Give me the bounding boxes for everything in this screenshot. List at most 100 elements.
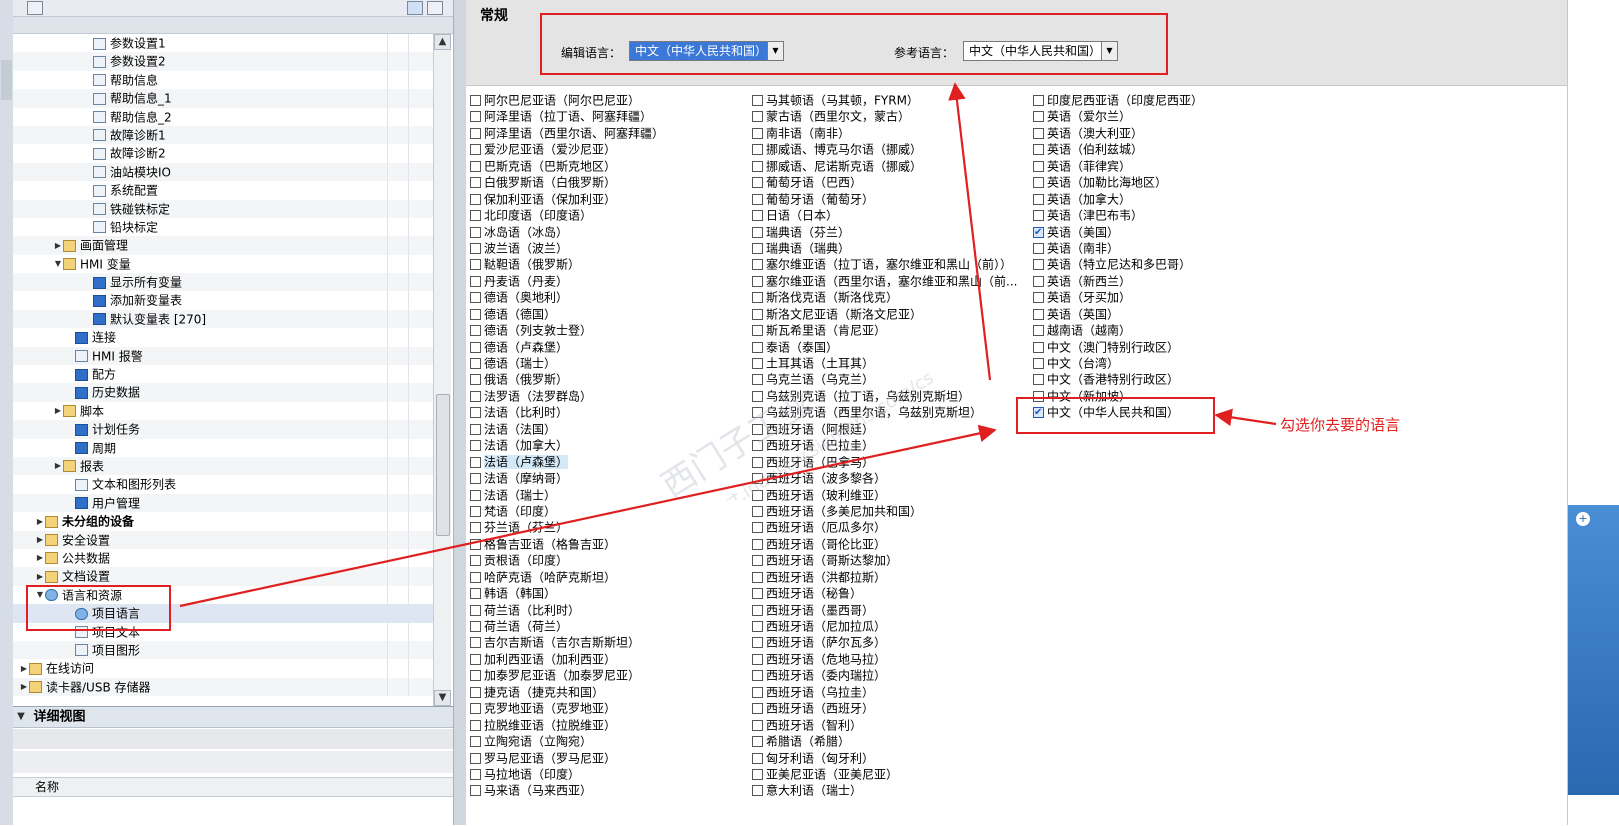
tree-item[interactable]: 文本和图形列表 (13, 475, 433, 495)
language-checkbox[interactable] (1033, 225, 1044, 241)
language-item[interactable]: 中文（澳门特别行政区） (1033, 339, 1203, 355)
language-item[interactable]: 加利西亚语（加利西亚） (470, 651, 664, 667)
expand-arrow-icon[interactable]: ▶ (35, 513, 45, 531)
expand-arrow-icon[interactable]: ▶ (53, 457, 63, 475)
scroll-up-icon[interactable]: ▲ (434, 34, 451, 50)
language-item[interactable]: 丹麦语（丹麦） (470, 273, 664, 289)
language-item[interactable]: 亚美尼亚语（亚美尼亚） (752, 766, 1017, 782)
language-item[interactable]: 德语（瑞士） (470, 355, 664, 371)
language-item[interactable]: 法语（加拿大） (470, 437, 664, 453)
language-checkbox[interactable] (470, 555, 481, 567)
language-item[interactable]: 土耳其语（土耳其） (752, 355, 1017, 371)
language-checkbox[interactable] (470, 177, 481, 189)
language-item[interactable]: 挪威语、尼诺斯克语（挪威） (752, 158, 1017, 174)
language-item[interactable]: 英语（南非） (1033, 240, 1203, 256)
language-checkbox[interactable] (470, 505, 481, 517)
language-item[interactable]: 西班牙语（尼加拉瓜） (752, 618, 1017, 634)
language-checkbox[interactable] (470, 538, 481, 550)
language-checkbox[interactable] (470, 242, 481, 254)
language-checkbox[interactable] (752, 736, 763, 748)
language-item[interactable]: 西班牙语（危地马拉） (752, 651, 1017, 667)
language-checkbox[interactable] (752, 226, 763, 238)
tree-item[interactable]: 项目图形 (13, 640, 433, 660)
expand-arrow-icon[interactable]: ▶ (53, 402, 63, 420)
language-item[interactable]: 西班牙语（萨尔瓦多） (752, 634, 1017, 650)
add-icon[interactable]: + (1576, 512, 1590, 526)
language-item[interactable]: 保加利亚语（保加利亚） (470, 191, 664, 207)
language-checkbox[interactable] (470, 144, 481, 156)
language-checkbox[interactable] (470, 670, 481, 682)
scroll-thumb[interactable] (436, 394, 450, 536)
tree-item[interactable]: 油站模块IO (13, 162, 433, 182)
language-item[interactable]: 捷克语（捷克共和国） (470, 684, 664, 700)
scroll-down-icon[interactable]: ▼ (434, 690, 451, 706)
language-checkbox[interactable] (752, 95, 763, 106)
language-item[interactable]: 德语（奥地利） (470, 289, 664, 305)
language-checkbox[interactable] (752, 127, 763, 139)
tree-item[interactable]: 用户管理 (13, 493, 433, 513)
language-item[interactable]: 阿尔巴尼亚语（阿尔巴尼亚） (470, 92, 664, 108)
language-item[interactable]: 英语（新西兰） (1033, 273, 1203, 289)
language-checkbox[interactable] (752, 653, 763, 665)
tree-item[interactable]: 帮助信息_1 (13, 89, 433, 108)
language-checkbox[interactable] (470, 127, 481, 139)
language-item[interactable]: 西班牙语（玻利维亚） (752, 487, 1017, 503)
language-checkbox[interactable] (752, 752, 763, 764)
language-item[interactable]: 罗马尼亚语（罗马尼亚） (470, 750, 664, 766)
tree-item[interactable]: 添加新变量表 (13, 291, 433, 311)
panel-splitter[interactable] (453, 0, 467, 825)
language-item[interactable]: 塞尔维亚语（拉丁语，塞尔维亚和黑山（前）） (752, 256, 1017, 272)
language-item[interactable]: 希腊语（希腊） (752, 733, 1017, 749)
language-checkbox[interactable] (752, 604, 763, 616)
language-item[interactable]: 法语（比利时） (470, 404, 664, 420)
language-checkbox[interactable] (470, 752, 481, 764)
language-checkbox[interactable] (470, 308, 481, 320)
language-item[interactable]: 法语（卢森堡） (470, 454, 664, 470)
language-item[interactable]: 英语（菲律宾） (1033, 158, 1203, 174)
language-item[interactable]: 贡根语（印度） (470, 552, 664, 568)
language-item[interactable]: 英语（伯利兹城） (1033, 141, 1203, 157)
tree-item[interactable]: 连接 (13, 328, 433, 348)
language-checkbox[interactable] (752, 193, 763, 205)
tree-item[interactable]: 铁碰铁标定 (13, 199, 433, 219)
language-checkbox[interactable] (752, 325, 763, 337)
language-checkbox[interactable] (752, 144, 763, 156)
language-checkbox[interactable] (470, 226, 481, 238)
language-item[interactable]: 瑞典语（瑞典） (752, 240, 1017, 256)
language-checkbox[interactable] (1033, 259, 1044, 271)
language-checkbox[interactable] (1033, 111, 1044, 123)
tree-item[interactable]: 铅块标定 (13, 217, 433, 237)
language-item[interactable]: 英语（加拿大） (1033, 191, 1203, 207)
language-item[interactable]: 英语（津巴布韦） (1033, 207, 1203, 223)
tree-item[interactable]: 帮助信息_2 (13, 107, 433, 127)
language-item[interactable]: 西班牙语（哥斯达黎加） (752, 552, 1017, 568)
language-checkbox[interactable] (1033, 144, 1044, 156)
language-checkbox[interactable] (470, 588, 481, 600)
tree-item[interactable]: ▶ 脚本 (13, 401, 433, 421)
language-checkbox[interactable] (470, 390, 481, 402)
language-item[interactable]: 西班牙语（波多黎各） (752, 470, 1017, 486)
tree-item[interactable]: ▶ 公共数据 (13, 548, 433, 568)
language-checkbox[interactable] (752, 242, 763, 254)
language-item[interactable]: 乌兹别克语（拉丁语，乌兹别克斯坦） (752, 388, 1017, 404)
list-view-icon[interactable] (407, 1, 423, 15)
language-checkbox[interactable] (1033, 275, 1044, 287)
language-checkbox[interactable] (1033, 193, 1044, 205)
language-checkbox[interactable] (752, 308, 763, 320)
language-item[interactable]: 英语（英国） (1033, 306, 1203, 322)
language-checkbox[interactable] (752, 768, 763, 780)
language-checkbox[interactable] (1033, 95, 1044, 106)
language-item[interactable]: 爱沙尼亚语（爱沙尼亚） (470, 141, 664, 157)
language-item[interactable]: 斯洛文尼亚语（斯洛文尼亚） (752, 306, 1017, 322)
language-item[interactable]: 法语（法国） (470, 421, 664, 437)
language-item[interactable]: 英语（加勒比海地区） (1033, 174, 1203, 190)
language-checkbox[interactable] (470, 325, 481, 337)
language-checkbox[interactable] (752, 785, 763, 797)
language-item[interactable]: 中文（台湾） (1033, 355, 1203, 371)
tree-item[interactable]: 配方 (13, 365, 433, 384)
language-item[interactable]: 韩语（韩国） (470, 585, 664, 601)
language-checkbox[interactable] (752, 588, 763, 600)
language-checkbox[interactable] (752, 160, 763, 172)
language-item[interactable]: 俄语（俄罗斯） (470, 371, 664, 387)
language-checkbox[interactable] (752, 358, 763, 369)
